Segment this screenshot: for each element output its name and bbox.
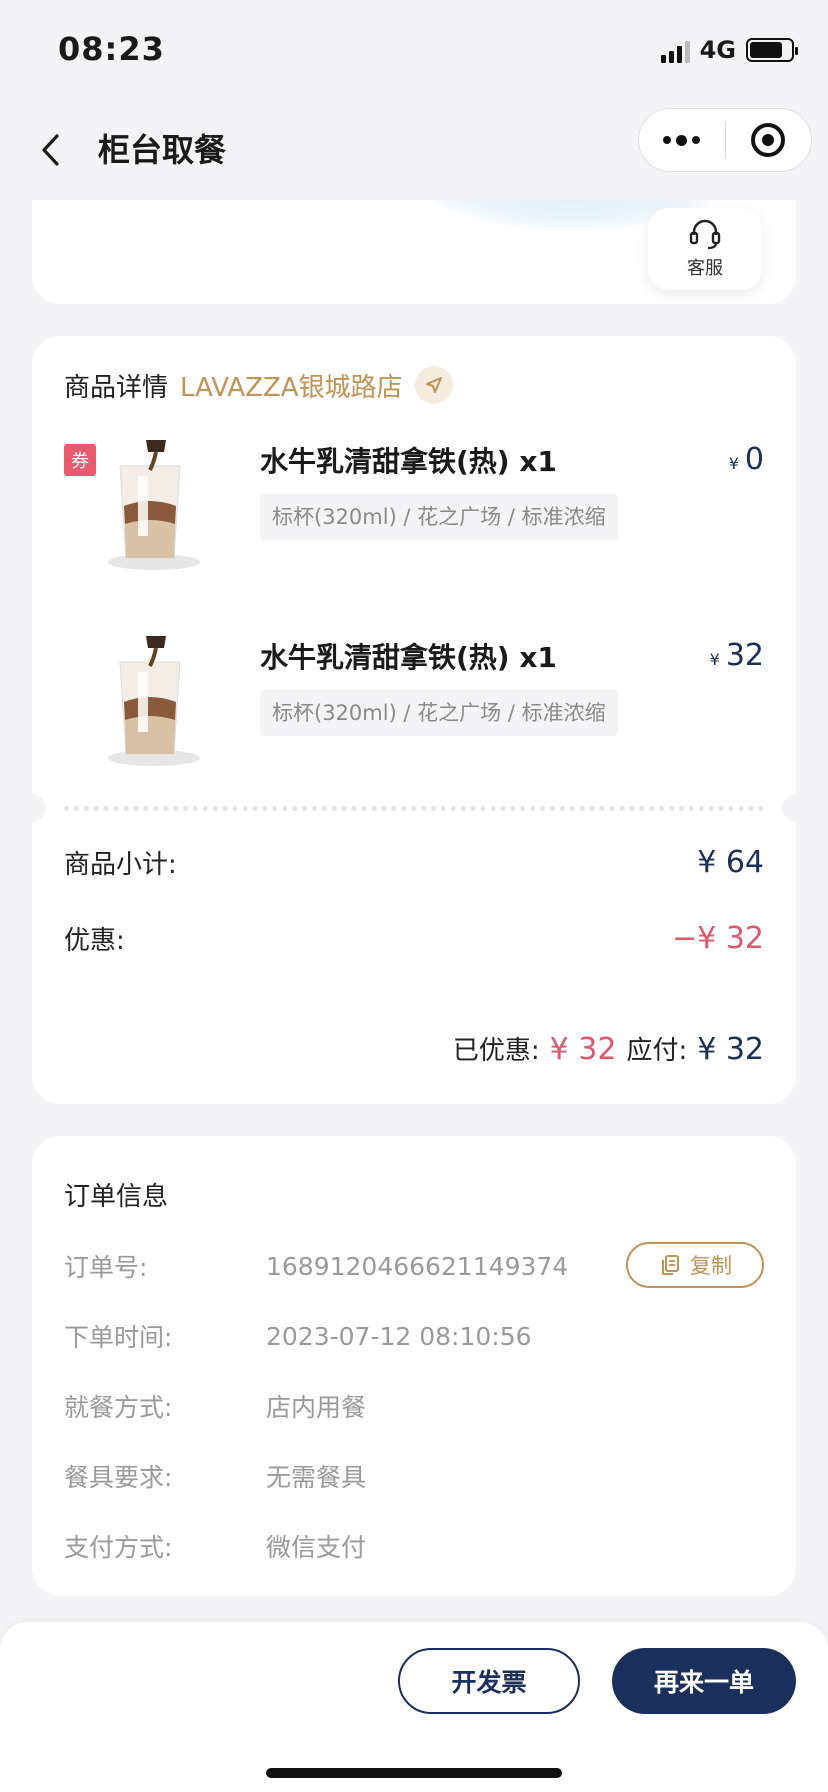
latte-product-image <box>108 636 200 766</box>
order-info-card: 订单信息 订单号: 1689120466621149374 复制 下单时间: 2… <box>32 1136 796 1596</box>
customer-service-button[interactable]: 客服 <box>648 208 762 290</box>
saved-value: ¥ 32 <box>549 1032 617 1067</box>
discount-label: 优惠: <box>64 926 125 956</box>
more-dots-icon <box>663 134 701 146</box>
order-time-value: 2023-07-12 08:10:56 <box>266 1321 532 1351</box>
payment-method-value: 微信支付 <box>266 1533 367 1562</box>
item-name: 水牛乳清甜拿铁(热) x1 <box>260 445 557 478</box>
subtotal-value: ¥ 64 <box>697 845 764 880</box>
goods-section-title: 商品详情 <box>64 372 169 403</box>
copy-button[interactable]: 复制 <box>626 1242 764 1288</box>
status-bar: 08:23 4G <box>0 0 828 100</box>
page-title: 柜台取餐 <box>98 131 227 169</box>
tableware-value: 无需餐具 <box>266 1463 367 1492</box>
copy-label: 复制 <box>690 1254 732 1278</box>
customer-service-label: 客服 <box>687 258 723 279</box>
status-icons: 4G <box>660 36 798 64</box>
more-button[interactable] <box>639 109 725 171</box>
tableware-row: 餐具要求: 无需餐具 <box>64 1454 764 1498</box>
reorder-button[interactable]: 再来一单 <box>612 1648 796 1714</box>
price-amount: 32 <box>725 638 764 673</box>
order-field-label: 支付方式: <box>64 1533 173 1562</box>
total-row: 已优惠: ¥ 32 应付: ¥ 32 <box>453 1030 764 1067</box>
goods-header: 商品详情 LAVAZZA银城路店 <box>64 366 453 404</box>
mini-program-capsule <box>638 108 812 172</box>
order-time-row: 下单时间: 2023-07-12 08:10:56 <box>64 1314 764 1358</box>
goods-detail-card: 商品详情 LAVAZZA银城路店 券 水牛乳清甜拿铁(热) x1 标杯(320m… <box>18 336 810 1104</box>
subtotal-row: 商品小计: ¥ 64 <box>64 844 764 881</box>
invoice-button[interactable]: 开发票 <box>398 1648 580 1714</box>
price-amount: 0 <box>744 442 764 477</box>
order-field-label: 订单号: <box>64 1253 148 1282</box>
list-item[interactable]: 券 水牛乳清甜拿铁(热) x1 标杯(320ml) / 花之广场 / 标准浓缩 … <box>64 436 764 576</box>
close-mini-program-button[interactable] <box>726 109 812 171</box>
ticket-notch-right <box>782 794 810 822</box>
nav-bar: 柜台取餐 <box>0 100 828 200</box>
copy-icon <box>662 1255 679 1275</box>
order-number-value: 1689120466621149374 <box>266 1251 569 1281</box>
saved-label: 已优惠: <box>452 1036 540 1066</box>
dining-mode-value: 店内用餐 <box>266 1393 367 1422</box>
chevron-left-icon <box>42 134 59 166</box>
dashed-divider <box>64 806 764 811</box>
list-item[interactable]: 水牛乳清甜拿铁(热) x1 标杯(320ml) / 花之广场 / 标准浓缩 ¥ … <box>64 632 764 772</box>
discount-value: −¥ 32 <box>672 921 764 956</box>
discount-row: 优惠: −¥ 32 <box>64 920 764 957</box>
status-time: 08:23 <box>58 30 165 68</box>
signal-icon <box>660 37 690 63</box>
battery-icon <box>746 38 798 62</box>
currency-symbol: ¥ <box>728 454 739 473</box>
item-price: ¥ 32 <box>710 638 764 673</box>
network-label: 4G <box>699 36 736 64</box>
home-indicator[interactable] <box>266 1768 562 1778</box>
pickup-card: 客服 <box>32 200 796 304</box>
back-button[interactable] <box>24 124 76 176</box>
payable-value: ¥ 32 <box>697 1032 764 1067</box>
payable-label: 应付: <box>626 1036 688 1066</box>
order-field-label: 就餐方式: <box>64 1393 173 1422</box>
bottom-action-bar: 开发票 再来一单 <box>0 1622 828 1792</box>
currency-symbol: ¥ <box>709 650 720 669</box>
order-number-row: 订单号: 1689120466621149374 复制 <box>64 1242 764 1288</box>
item-spec: 标杯(320ml) / 花之广场 / 标准浓缩 <box>260 690 618 736</box>
subtotal-label: 商品小计: <box>64 850 177 880</box>
store-navigation-button[interactable] <box>414 366 453 404</box>
coupon-badge: 券 <box>64 444 96 476</box>
payment-method-row: 支付方式: 微信支付 <box>64 1524 764 1568</box>
target-icon <box>751 123 786 157</box>
dining-mode-row: 就餐方式: 店内用餐 <box>64 1384 764 1428</box>
store-name[interactable]: LAVAZZA银城路店 <box>180 367 403 404</box>
item-spec: 标杯(320ml) / 花之广场 / 标准浓缩 <box>260 494 618 540</box>
order-section-title: 订单信息 <box>64 1182 169 1212</box>
item-name: 水牛乳清甜拿铁(热) x1 <box>260 641 557 674</box>
headset-icon <box>689 219 721 250</box>
navigation-arrow-icon <box>425 377 442 393</box>
item-price: ¥ 0 <box>729 442 764 477</box>
order-field-label: 餐具要求: <box>64 1463 173 1492</box>
ticket-notch-left <box>18 794 46 822</box>
order-field-label: 下单时间: <box>64 1323 173 1352</box>
